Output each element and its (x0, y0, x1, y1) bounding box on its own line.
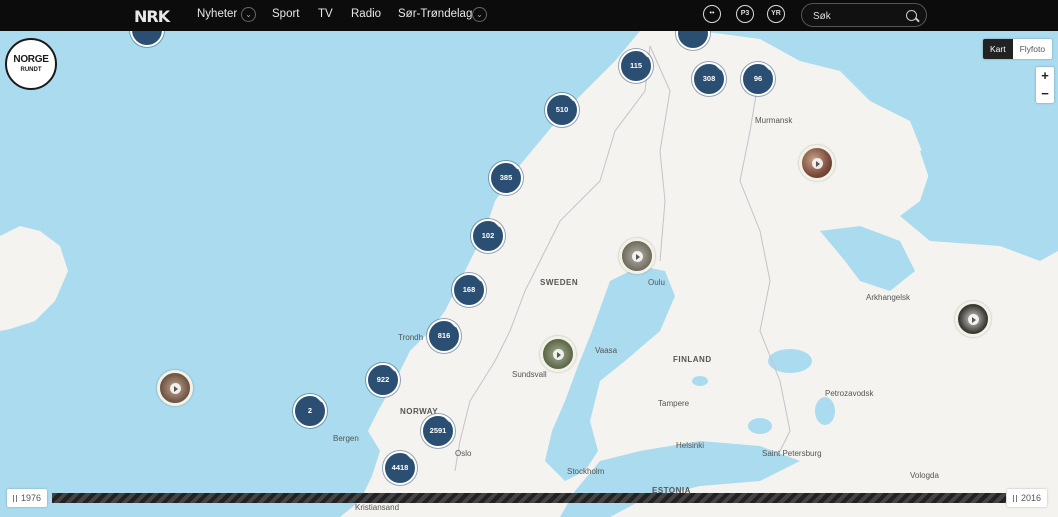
nav-tv[interactable]: TV (318, 8, 333, 20)
view-satellite-button[interactable]: Flyfoto (1012, 39, 1053, 59)
cluster-marker[interactable]: 385 (489, 161, 523, 195)
nav-sor-trondelag[interactable]: Sør-Trøndelag (398, 8, 472, 20)
timeline-track[interactable] (52, 493, 1006, 503)
chevron-down-icon[interactable]: ⌄ (472, 7, 487, 22)
label-finland: FINLAND (673, 355, 712, 364)
map-landmass (0, 31, 1058, 517)
photo-marker[interactable] (540, 336, 576, 372)
view-map-button[interactable]: Kart (983, 39, 1013, 59)
label-oulu: Oulu (648, 278, 665, 287)
search-box (801, 3, 927, 27)
play-icon (553, 349, 564, 360)
timeline-start-handle[interactable]: 1976 (7, 489, 48, 507)
label-st-petersburg: Saint Petersburg (762, 449, 822, 458)
label-vologda: Vologda (910, 471, 939, 480)
label-bergen: Bergen (333, 434, 359, 443)
map-view[interactable]: SWEDEN FINLAND NORWAY ESTONIA Murmansk O… (0, 13, 1058, 517)
zoom-out-button[interactable]: − (1036, 85, 1054, 103)
play-icon (812, 158, 823, 169)
timeline-end-handle[interactable]: 2016 (1007, 489, 1048, 507)
cluster-marker[interactable]: 115 (619, 49, 653, 83)
play-icon (170, 383, 181, 394)
cluster-marker[interactable]: 168 (452, 273, 486, 307)
search-icon[interactable] (906, 10, 917, 21)
label-helsinki: Helsinki (676, 441, 705, 450)
cluster-marker[interactable]: 102 (471, 219, 505, 253)
badge-line1: NORGE (13, 54, 49, 65)
timeline-end-label: 2016 (1021, 493, 1042, 503)
cluster-marker[interactable]: 816 (427, 319, 461, 353)
search-input[interactable] (811, 8, 907, 24)
label-stockholm: Stockholm (567, 467, 605, 476)
label-sundsvall: Sundsvall (512, 370, 547, 379)
timeline-start-label: 1976 (21, 493, 42, 503)
cluster-marker[interactable]: 510 (545, 93, 579, 127)
map-view-toggle: Kart Flyfoto (983, 39, 1053, 59)
cluster-marker[interactable]: 2591 (421, 414, 455, 448)
label-arkhangelsk: Arkhangelsk (866, 293, 911, 302)
label-vaasa: Vaasa (595, 346, 618, 355)
cluster-marker[interactable]: 2 (293, 394, 327, 428)
nrk-p3-icon[interactable]: P3 (736, 5, 754, 23)
cluster-marker[interactable]: 308 (692, 62, 726, 96)
zoom-control: + − (1036, 67, 1054, 103)
photo-marker[interactable] (157, 370, 193, 406)
nrk-logo[interactable]: NRK (134, 7, 170, 26)
label-oslo: Oslo (455, 449, 472, 458)
nav-radio[interactable]: Radio (351, 8, 381, 20)
zoom-in-button[interactable]: + (1036, 67, 1054, 85)
photo-marker[interactable] (619, 238, 655, 274)
grip-icon (1013, 495, 1017, 502)
norge-rundt-logo[interactable]: NORGE RUNDT (5, 38, 57, 90)
play-icon (632, 251, 643, 262)
nrk-super-icon[interactable]: •• (703, 5, 721, 23)
badge-line2: RUNDT (20, 67, 42, 73)
timeline-slider: 1976 2016 (0, 487, 1058, 509)
label-trondheim: Trondh (398, 333, 424, 342)
cluster-marker[interactable]: 922 (366, 363, 400, 397)
nav-nyheter[interactable]: Nyheter (197, 8, 237, 20)
photo-marker[interactable] (955, 301, 991, 337)
label-sweden: SWEDEN (540, 278, 579, 287)
nav-sport[interactable]: Sport (272, 8, 300, 20)
cluster-marker[interactable]: 96 (741, 62, 775, 96)
play-icon (968, 314, 979, 325)
nrk-yr-icon[interactable]: YR (767, 5, 785, 23)
label-murmansk: Murmansk (755, 116, 793, 125)
cluster-marker[interactable]: 4418 (383, 451, 417, 485)
photo-marker[interactable] (799, 145, 835, 181)
grip-icon (13, 495, 17, 502)
chevron-down-icon[interactable]: ⌄ (241, 7, 256, 22)
label-petrozavodsk: Petrozavodsk (825, 389, 874, 398)
label-tampere: Tampere (658, 399, 690, 408)
top-navigation-bar: NRK Nyheter ⌄ Sport TV Radio Sør-Trøndel… (0, 0, 1058, 31)
